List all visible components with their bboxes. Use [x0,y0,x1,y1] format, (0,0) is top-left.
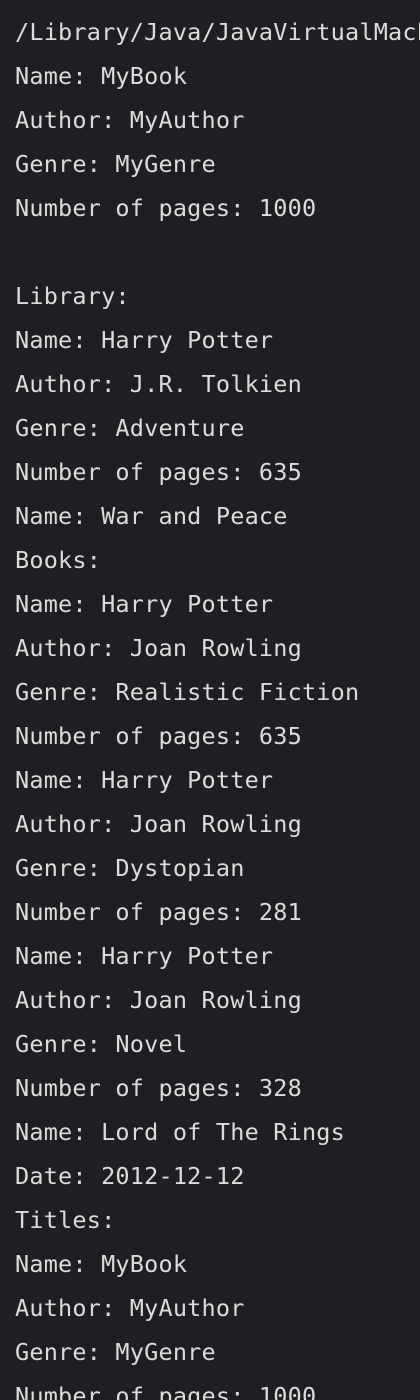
console-line: Number of pages: 635 [15,458,302,486]
console-line: Number of pages: 328 [15,1074,302,1102]
console-line: Library: [15,282,130,310]
console-line: Number of pages: 1000 [15,194,317,222]
console-line: Titles: [15,1206,116,1234]
console-line: Author: Joan Rowling [15,634,302,662]
console-line: Author: Joan Rowling [15,986,302,1014]
console-output-panel[interactable]: /Library/Java/JavaVirtualMachines/ Name:… [0,0,420,1400]
console-line: Name: MyBook [15,1250,188,1278]
console-line: Name: Harry Potter [15,766,274,794]
console-line: Number of pages: 1000 [15,1382,317,1400]
console-line: Genre: Dystopian [15,854,245,882]
console-line: Genre: Novel [15,1030,188,1058]
console-line: Author: J.R. Tolkien [15,370,302,398]
console-line: /Library/Java/JavaVirtualMachines/ [15,18,420,46]
console-lines: /Library/Java/JavaVirtualMachines/ Name:… [15,10,420,1400]
console-line: Author: MyAuthor [15,1294,245,1322]
console-line: Number of pages: 635 [15,722,302,750]
console-line: Date: 2012-12-12 [15,1162,245,1190]
console-line: Genre: Realistic Fiction [15,678,360,706]
console-line: Genre: Adventure [15,414,245,442]
console-line: Books: [15,546,102,574]
console-line: Name: War and Peace [15,502,288,530]
console-line: Name: Harry Potter [15,942,274,970]
console-line: Name: Harry Potter [15,326,274,354]
console-line: Name: MyBook [15,62,188,90]
console-line: Genre: MyGenre [15,150,216,178]
console-line: Name: Lord of The Rings [15,1118,346,1146]
console-line: Name: Harry Potter [15,590,274,618]
console-line: Author: Joan Rowling [15,810,302,838]
console-line: Genre: MyGenre [15,1338,216,1366]
console-line: Number of pages: 281 [15,898,302,926]
console-line: Author: MyAuthor [15,106,245,134]
